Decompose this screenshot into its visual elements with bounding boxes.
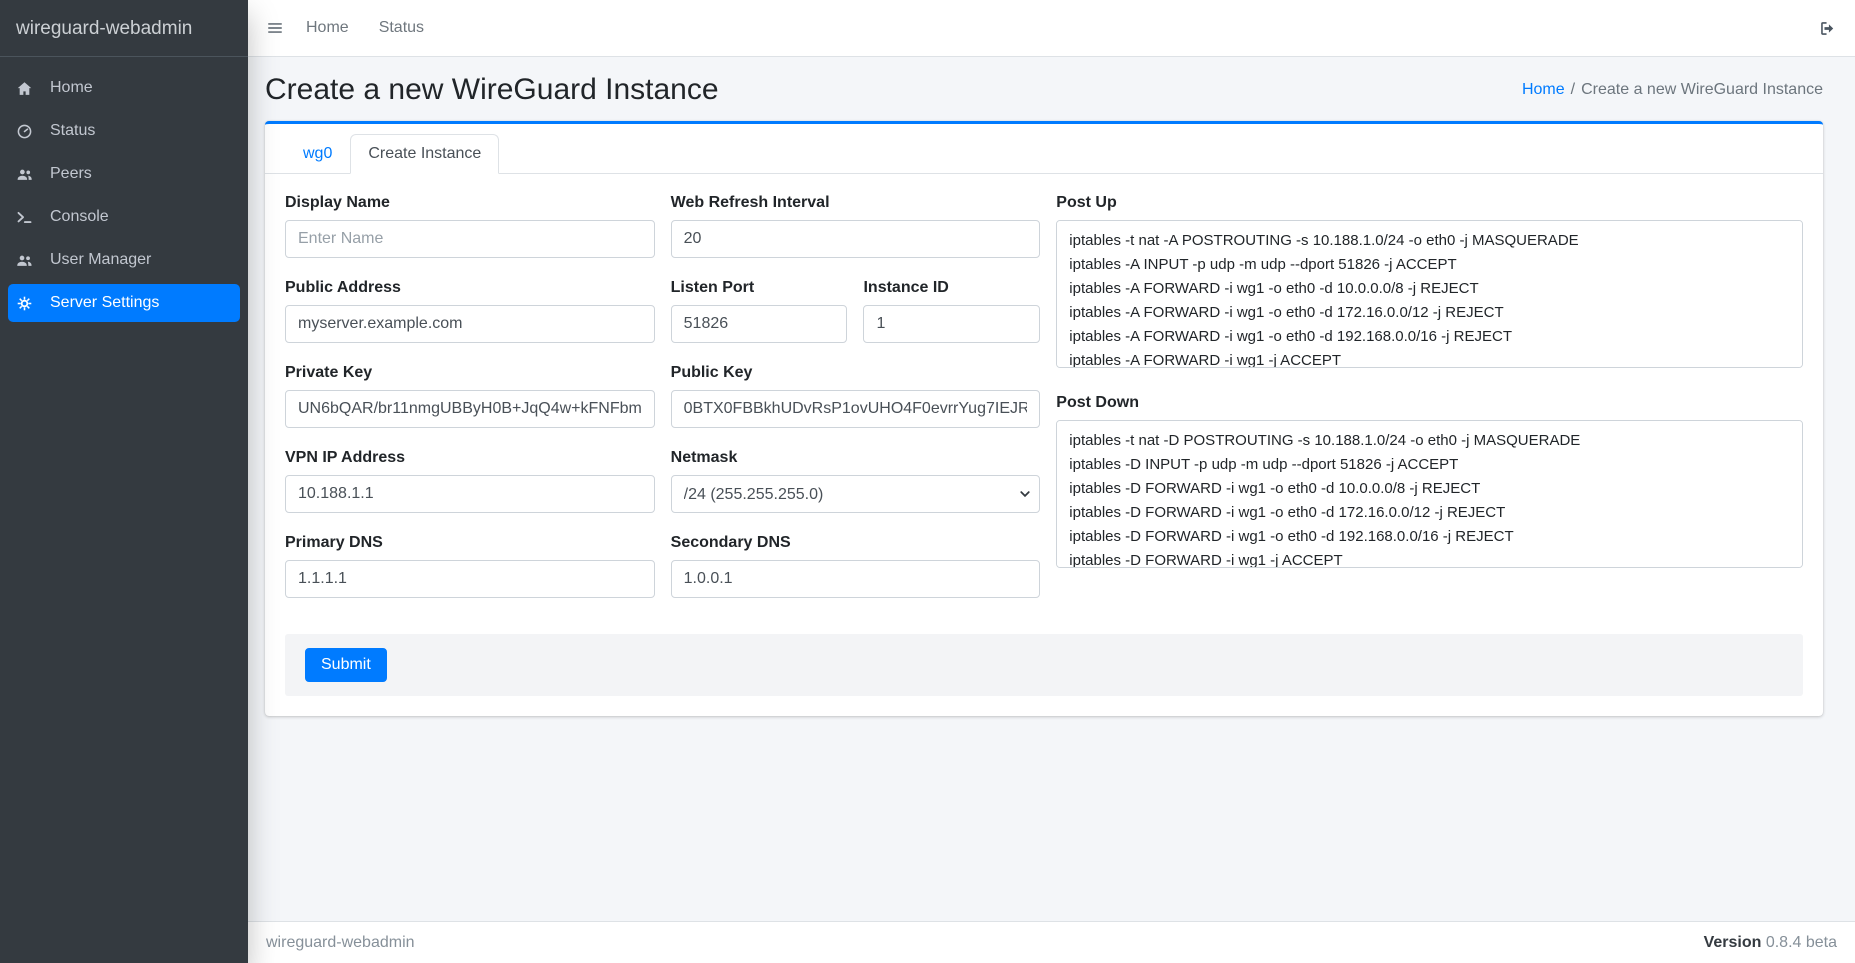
vpn-ip-input[interactable] [285, 475, 655, 513]
tab-wg0[interactable]: wg0 [285, 134, 350, 174]
brand-link[interactable]: wireguard-webadmin [0, 0, 248, 57]
card-tabs: wg0 Create Instance [265, 124, 1823, 174]
sidebar-item-label: Console [50, 208, 109, 226]
breadcrumb-current: Create a new WireGuard Instance [1581, 81, 1823, 98]
breadcrumb: Home / Create a new WireGuard Instance [1522, 81, 1823, 99]
display-name-label: Display Name [285, 194, 655, 212]
instance-id-label: Instance ID [863, 279, 1040, 297]
post-up-group: Post Up iptables -t nat -A POSTROUTING -… [1056, 194, 1803, 373]
sidebar-item-server-settings[interactable]: Server Settings [8, 284, 240, 322]
terminal-icon [16, 209, 42, 226]
post-up-label: Post Up [1056, 194, 1803, 212]
sidebar-item-status[interactable]: Status [8, 112, 240, 150]
post-down-textarea[interactable]: iptables -t nat -D POSTROUTING -s 10.188… [1056, 420, 1803, 568]
public-address-label: Public Address [285, 279, 655, 297]
tab-create-instance[interactable]: Create Instance [350, 134, 499, 174]
form-column-left: Display Name Public Address Private Key [285, 194, 655, 619]
form-column-middle: Web Refresh Interval Listen Port Instanc… [671, 194, 1041, 619]
users-icon [16, 252, 42, 269]
secondary-dns-input[interactable] [671, 560, 1041, 598]
private-key-label: Private Key [285, 364, 655, 382]
instance-id-input[interactable] [863, 305, 1040, 343]
vpn-ip-group: VPN IP Address [285, 449, 655, 513]
private-key-group: Private Key [285, 364, 655, 428]
sidebar-item-user-manager[interactable]: User Manager [8, 241, 240, 279]
sidebar-item-label: Status [50, 122, 95, 140]
top-navbar: Home Status [248, 0, 1855, 57]
footer-version-label: Version [1704, 934, 1762, 951]
topnav-link-home[interactable]: Home [306, 19, 349, 37]
display-name-group: Display Name [285, 194, 655, 258]
footer-version: Version 0.8.4 beta [1704, 934, 1837, 952]
web-refresh-group: Web Refresh Interval [671, 194, 1041, 258]
breadcrumb-separator: / [1571, 81, 1575, 98]
sidebar-item-label: Peers [50, 165, 92, 183]
public-key-input[interactable] [671, 390, 1041, 428]
form-column-right: Post Up iptables -t nat -A POSTROUTING -… [1056, 194, 1803, 619]
display-name-input[interactable] [285, 220, 655, 258]
netmask-group: Netmask /24 (255.255.255.0) [671, 449, 1041, 513]
post-down-group: Post Down iptables -t nat -D POSTROUTING… [1056, 394, 1803, 573]
secondary-dns-label: Secondary DNS [671, 534, 1041, 552]
page-footer: wireguard-webadmin Version 0.8.4 beta [248, 921, 1855, 963]
main-column: Home Status Create a new WireGuard Insta… [248, 0, 1855, 963]
footer-version-value: 0.8.4 beta [1766, 934, 1837, 951]
breadcrumb-home-link[interactable]: Home [1522, 81, 1565, 98]
netmask-label: Netmask [671, 449, 1041, 467]
logout-icon [1818, 19, 1837, 38]
submit-button[interactable]: Submit [305, 648, 387, 682]
menu-toggle-button[interactable] [266, 19, 284, 37]
sidebar-nav: Home Status Peers Console [0, 57, 248, 339]
sidebar-item-home[interactable]: Home [8, 69, 240, 107]
logout-button[interactable] [1818, 19, 1837, 38]
instance-form: Display Name Public Address Private Key [285, 194, 1803, 619]
listen-port-group: Listen Port [671, 279, 848, 343]
sidebar-item-console[interactable]: Console [8, 198, 240, 236]
post-up-textarea[interactable]: iptables -t nat -A POSTROUTING -s 10.188… [1056, 220, 1803, 368]
listen-port-input[interactable] [671, 305, 848, 343]
web-refresh-label: Web Refresh Interval [671, 194, 1041, 212]
primary-dns-input[interactable] [285, 560, 655, 598]
page-title: Create a new WireGuard Instance [265, 73, 719, 107]
app-window: wireguard-webadmin Home Status Peers [0, 0, 1855, 963]
sidebar-item-label: Home [50, 79, 93, 97]
sidebar-item-label: Server Settings [50, 294, 159, 312]
topnav-link-status[interactable]: Status [379, 19, 424, 37]
instance-id-group: Instance ID [863, 279, 1040, 343]
primary-dns-group: Primary DNS [285, 534, 655, 598]
public-key-label: Public Key [671, 364, 1041, 382]
public-address-input[interactable] [285, 305, 655, 343]
private-key-input[interactable] [285, 390, 655, 428]
public-address-group: Public Address [285, 279, 655, 343]
port-id-row: Listen Port Instance ID [671, 279, 1041, 364]
gauge-icon [16, 123, 42, 140]
vpn-ip-label: VPN IP Address [285, 449, 655, 467]
footer-app-name: wireguard-webadmin [266, 934, 415, 952]
secondary-dns-group: Secondary DNS [671, 534, 1041, 598]
submit-strip: Submit [285, 634, 1803, 696]
card-body: Display Name Public Address Private Key [265, 174, 1823, 716]
hamburger-icon [266, 19, 284, 37]
gears-icon [16, 295, 42, 312]
sidebar-item-peers[interactable]: Peers [8, 155, 240, 193]
primary-dns-label: Primary DNS [285, 534, 655, 552]
netmask-select[interactable]: /24 (255.255.255.0) [671, 475, 1041, 513]
sidebar: wireguard-webadmin Home Status Peers [0, 0, 248, 963]
home-icon [16, 80, 42, 97]
content-wrapper: Create a new WireGuard Instance Home / Cre… [248, 57, 1855, 921]
post-down-label: Post Down [1056, 394, 1803, 412]
instance-card: wg0 Create Instance Display Name Public [265, 121, 1823, 716]
sidebar-item-label: User Manager [50, 251, 151, 269]
web-refresh-input[interactable] [671, 220, 1041, 258]
peers-icon [16, 166, 42, 183]
page-header: Create a new WireGuard Instance Home / Cre… [265, 73, 1823, 107]
listen-port-label: Listen Port [671, 279, 848, 297]
public-key-group: Public Key [671, 364, 1041, 428]
